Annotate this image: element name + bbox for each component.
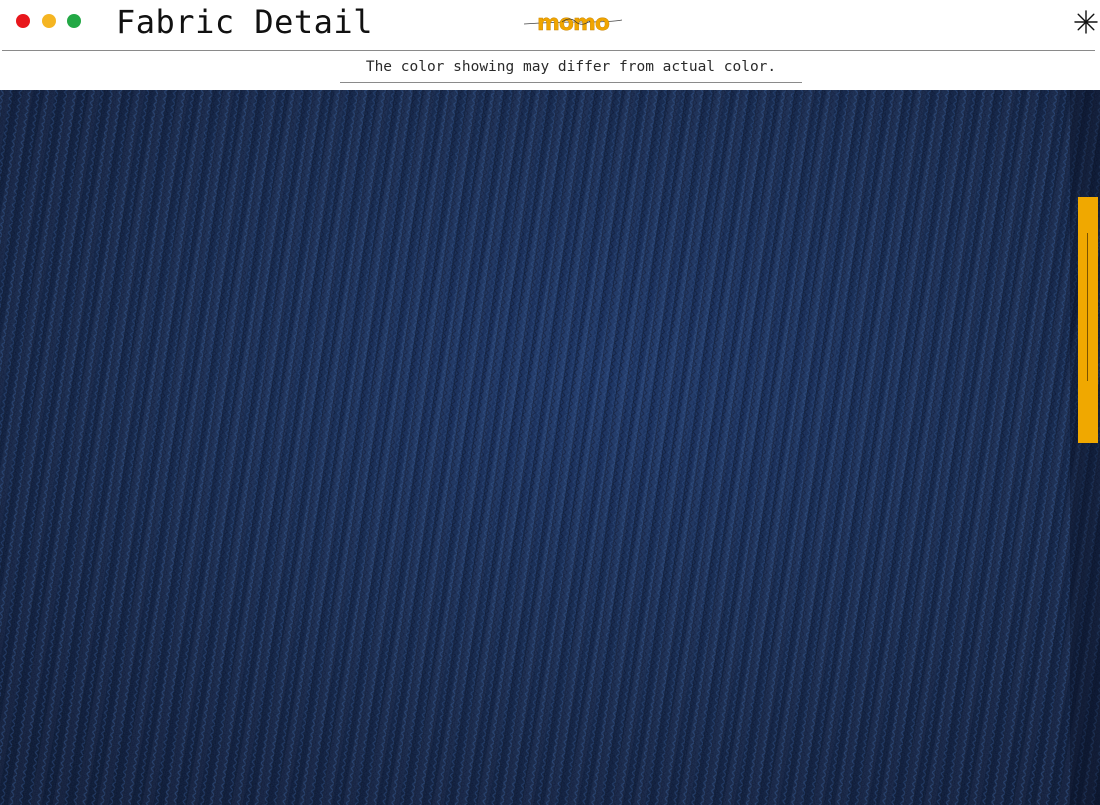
drawer-handle-icon <box>1087 233 1088 381</box>
app-header: Fabric Detail momo <box>0 0 1100 50</box>
minimize-window-button[interactable] <box>42 14 56 28</box>
asterisk-icon[interactable] <box>1072 8 1100 36</box>
color-disclaimer: The color showing may differ from actual… <box>340 56 802 83</box>
maximize-window-button[interactable] <box>67 14 81 28</box>
brand-logo[interactable]: momo <box>522 8 624 38</box>
close-window-button[interactable] <box>16 14 30 28</box>
page-title: Fabric Detail <box>116 3 373 41</box>
brand-logo-text: momo <box>537 11 610 36</box>
side-drawer-tab[interactable] <box>1078 197 1098 443</box>
fabric-texture-image <box>0 90 1100 805</box>
knit-fabric-texture <box>0 90 1100 805</box>
header-divider <box>2 50 1095 51</box>
